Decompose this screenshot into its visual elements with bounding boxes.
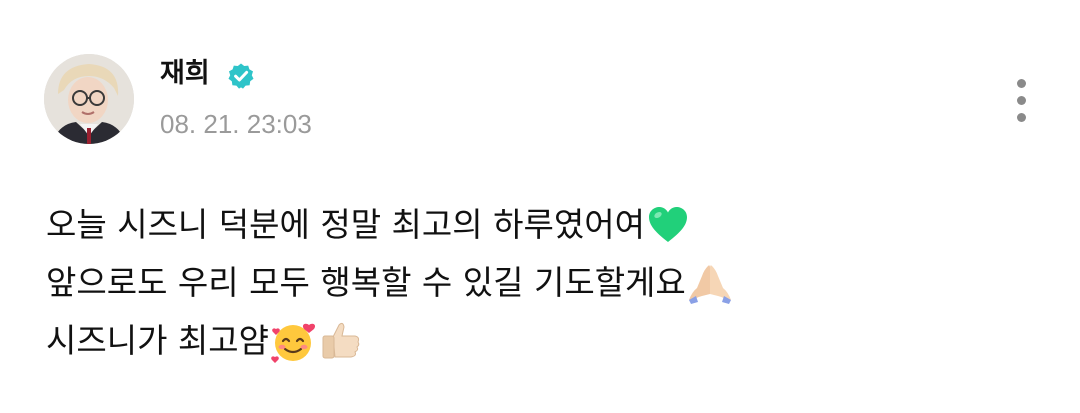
folded-hands-icon [688,265,731,304]
post-line-2: 앞으로도 우리 모두 행복할 수 있길 기도할게요 [46,254,1046,312]
post-line-1: 오늘 시즈니 덕분에 정말 최고의 하루였어여 [46,196,1046,254]
smiling-face-with-hearts-icon [271,323,316,363]
more-vertical-icon-dot [1016,95,1026,105]
thumbs-up-icon [322,322,360,359]
post-timestamp: 08. 21. 23:03 [160,109,312,139]
more-vertical-icon-dot [1016,112,1026,122]
post-line-3: 시즈니가 최고얌 [46,312,1046,370]
post-line-text: 시즈니가 최고얌 [46,321,270,360]
post-line-text: 오늘 시즈니 덕분에 정말 최고의 하루였어여 [46,205,645,244]
post-card: 재희 08. 21. 23:03 오늘 시즈니 덕분에 정말 최고의 하루였어여… [0,0,1080,413]
post-line-text: 앞으로도 우리 모두 행복할 수 있길 기도할게요 [46,263,686,302]
author-name[interactable]: 재희 [160,56,210,92]
verified-badge-icon [228,63,254,89]
more-vertical-icon [1016,78,1026,88]
more-options-button[interactable] [1004,74,1038,126]
post-body: 오늘 시즈니 덕분에 정말 최고의 하루였어여 앞으로도 우리 모두 행복할 수… [46,196,1046,370]
green-heart-icon [648,207,687,242]
author-avatar[interactable] [44,54,134,144]
